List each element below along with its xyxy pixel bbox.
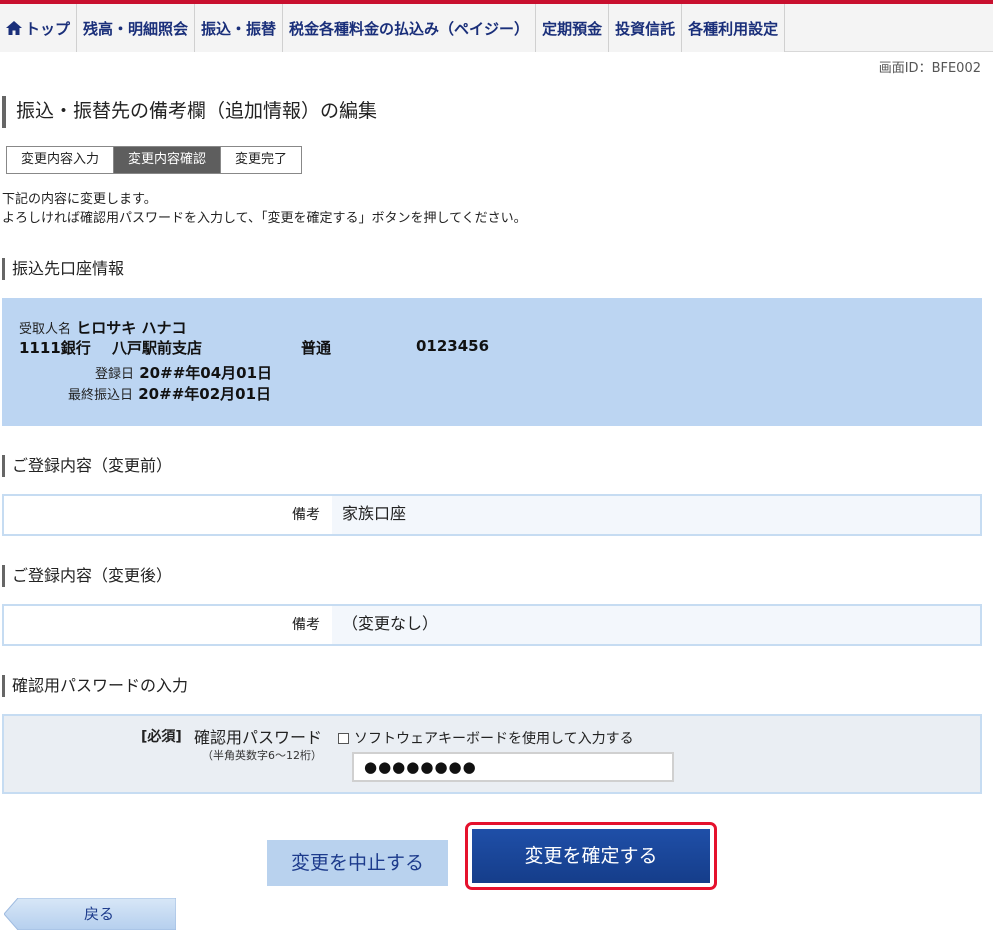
before-remarks-value: 家族口座 [332, 496, 980, 534]
account-info-panel: 受取人名 ヒロサキ ハナコ 1111銀行 八戸駅前支店 普通 0123456 登… [2, 298, 982, 426]
screen-id: 画面ID：BFE002 [878, 61, 981, 76]
password-input[interactable]: ●●●●●●●● [352, 752, 674, 782]
branch-name: 八戸駅前支店 [112, 339, 203, 357]
instruction-line-2: よろしければ確認用パスワードを入力して、「変更を確定する」ボタンを押してください… [2, 211, 527, 226]
nav-item-time-deposit[interactable]: 定期預金 [536, 4, 610, 52]
instructions: 下記の内容に変更します。 よろしければ確認用パスワードを入力して、「変更を確定す… [2, 190, 527, 228]
recipient-label: 受取人名 [19, 322, 72, 337]
after-table: 備考 （変更なし） [2, 604, 982, 646]
nav-item-payeasy[interactable]: 税金各種料金の払込み（ペイジー） [283, 4, 537, 52]
main-nav: トップ 残高・明細照会 振込・振替 税金各種料金の払込み（ペイジー） 定期預金 … [0, 4, 786, 52]
registered-date: 20##年04月01日 [139, 364, 273, 382]
step-confirm: 変更内容確認 [114, 147, 222, 173]
account-number: 0123456 [416, 337, 490, 355]
recipient-name: ヒロサキ ハナコ [76, 319, 187, 337]
home-icon [6, 21, 22, 35]
after-remarks-value: （変更なし） [332, 606, 980, 644]
nav-item-settings[interactable]: 各種利用設定 [682, 4, 786, 52]
nav-item-balance[interactable]: 残高・明細照会 [77, 4, 196, 52]
last-transfer-row: 最終振込日 20##年02月01日 [68, 383, 271, 404]
nav-item-transfer[interactable]: 振込・振替 [195, 4, 284, 52]
before-table: 備考 家族口座 [2, 494, 982, 536]
required-badge: [必須] [141, 729, 182, 745]
bank-name: 1111銀行 [19, 339, 91, 357]
step-indicator: 変更内容入力 変更内容確認 変更完了 [6, 146, 303, 174]
before-remarks-label: 備考 [4, 496, 332, 534]
confirm-button-highlight: 変更を確定する [465, 822, 717, 890]
back-button[interactable]: 戻る [4, 898, 176, 930]
page-title: 振込・振替先の備考欄（追加情報）の編集 [2, 96, 377, 128]
account-type: 普通 [301, 339, 332, 357]
account-section-heading: 振込先口座情報 [2, 258, 124, 280]
instruction-line-1: 下記の内容に変更します。 [2, 192, 157, 207]
nav-item-investment-trust[interactable]: 投資信託 [609, 4, 683, 52]
step-input: 変更内容入力 [7, 147, 115, 173]
password-hint: （半角英数字6～12桁） [202, 749, 322, 762]
cancel-change-button[interactable]: 変更を中止する [267, 840, 448, 886]
confirm-change-button[interactable]: 変更を確定する [472, 829, 710, 883]
after-section-heading: ご登録内容（変更後） [2, 565, 172, 587]
software-keyboard-checkbox[interactable] [338, 732, 349, 744]
step-complete: 変更完了 [221, 147, 302, 173]
password-section-heading: 確認用パスワードの入力 [2, 675, 188, 697]
back-button-label: 戻る [84, 905, 115, 923]
nav-item-top[interactable]: トップ [0, 4, 78, 52]
registered-date-row: 登録日 20##年04月01日 [95, 362, 272, 383]
top-navigation-bar: トップ 残高・明細照会 振込・振替 税金各種料金の払込み（ペイジー） 定期預金 … [0, 0, 993, 52]
last-transfer-date: 20##年02月01日 [138, 385, 272, 403]
recipient-row: 受取人名 ヒロサキ ハナコ [19, 317, 186, 338]
last-transfer-label: 最終振込日 [68, 388, 134, 403]
password-panel: [必須] 確認用パスワード （半角英数字6～12桁） ソフトウェアキーボードを使… [2, 714, 982, 794]
software-keyboard-option[interactable]: ソフトウェアキーボードを使用して入力する [338, 728, 634, 748]
registered-date-label: 登録日 [95, 367, 135, 382]
nav-item-top-label: トップ [25, 19, 71, 38]
before-section-heading: ご登録内容（変更前） [2, 455, 172, 477]
software-keyboard-label: ソフトウェアキーボードを使用して入力する [354, 731, 634, 747]
after-remarks-label: 備考 [4, 606, 332, 644]
password-label: 確認用パスワード [194, 728, 323, 747]
